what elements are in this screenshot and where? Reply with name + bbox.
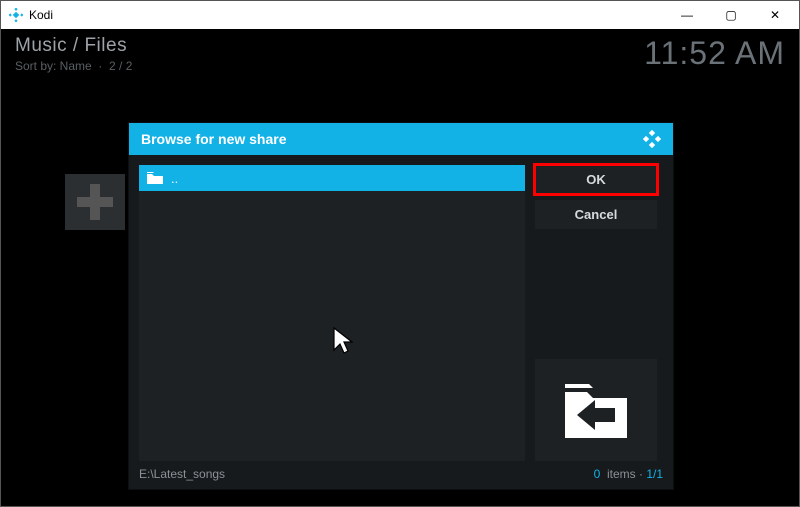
- window-controls: — ▢ ✕: [665, 2, 797, 28]
- ok-button[interactable]: OK: [535, 165, 657, 194]
- kodi-icon: [9, 8, 23, 22]
- breadcrumb: Music / Files: [15, 35, 132, 57]
- titlebar: Kodi — ▢ ✕: [1, 1, 799, 29]
- close-button[interactable]: ✕: [753, 2, 797, 28]
- list-item-label: ..: [171, 171, 178, 186]
- add-source-thumb[interactable]: [65, 174, 125, 230]
- window-title: Kodi: [29, 8, 53, 22]
- browse-dialog: Browse for new share .. OK Cancel: [129, 123, 673, 489]
- dialog-title: Browse for new share: [141, 131, 287, 147]
- kodi-logo-icon: [643, 130, 661, 148]
- list-item-up[interactable]: ..: [139, 165, 525, 191]
- dialog-sidepane: OK Cancel: [535, 165, 657, 461]
- dialog-statusbar: E:\Latest_songs 0 items · 1/1: [129, 461, 673, 489]
- file-list[interactable]: ..: [139, 165, 525, 461]
- kodi-viewport: Music / Files Sort by: Name · 2 / 2 11:5…: [1, 29, 799, 506]
- page-info: 2 / 2: [109, 59, 132, 73]
- sort-line: Sort by: Name · 2 / 2: [15, 59, 132, 73]
- maximize-button[interactable]: ▢: [709, 2, 753, 28]
- folder-icon: [147, 172, 163, 184]
- clock: 11:52 AM: [644, 35, 785, 72]
- sort-label: Sort by: Name: [15, 59, 92, 73]
- app-window: Kodi — ▢ ✕ Music / Files Sort by: Name ·…: [0, 0, 800, 507]
- folder-back-icon[interactable]: [535, 359, 657, 461]
- status-items: 0 items · 1/1: [594, 467, 663, 481]
- minimize-button[interactable]: —: [665, 2, 709, 28]
- dialog-titlebar: Browse for new share: [129, 123, 673, 155]
- cancel-button[interactable]: Cancel: [535, 200, 657, 229]
- status-path: E:\Latest_songs: [139, 467, 225, 481]
